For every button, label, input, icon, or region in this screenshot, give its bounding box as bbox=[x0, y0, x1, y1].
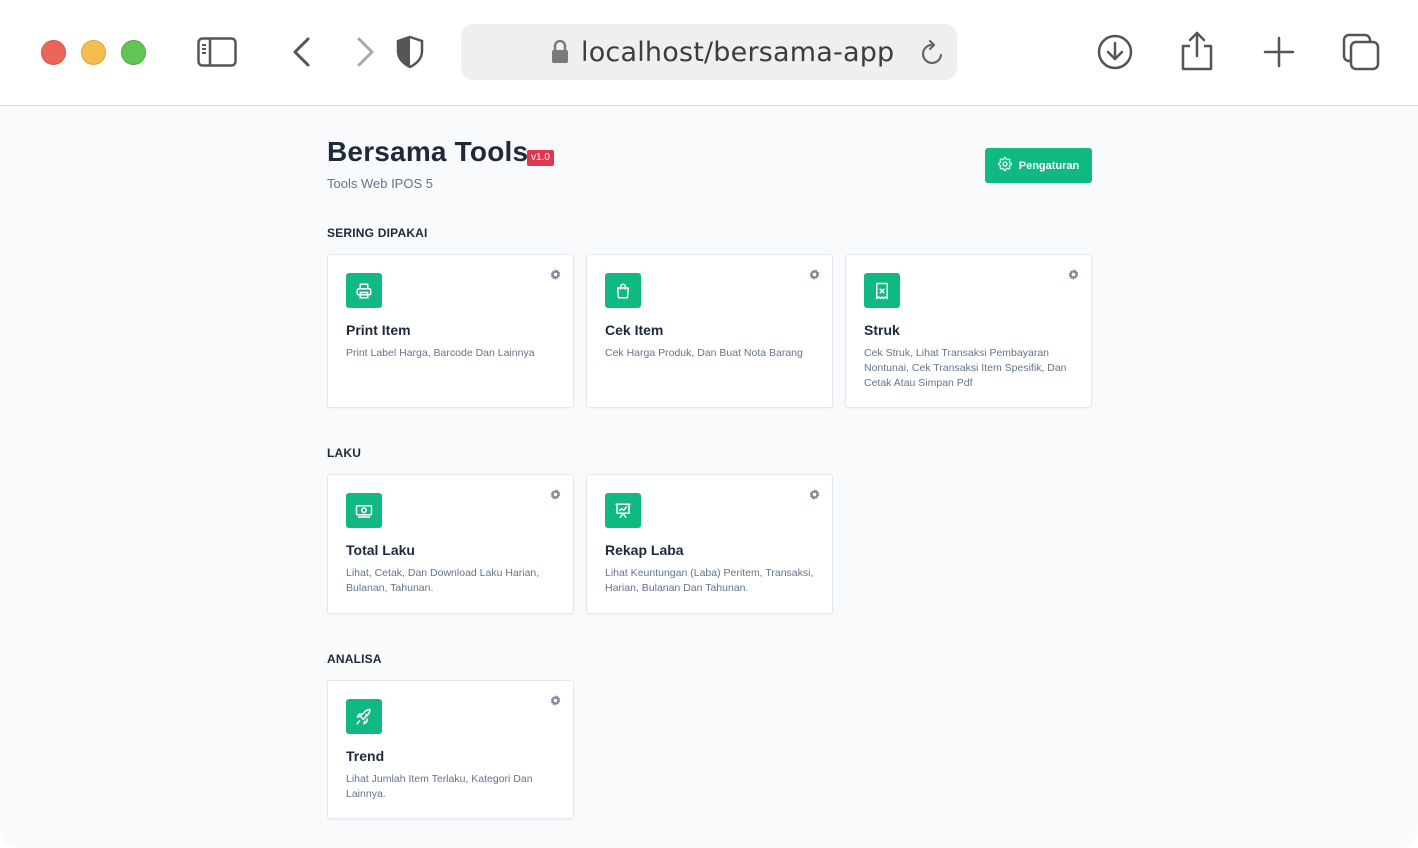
forward-icon[interactable] bbox=[355, 36, 377, 68]
download-icon[interactable] bbox=[1097, 34, 1133, 70]
back-icon[interactable] bbox=[290, 36, 312, 68]
gear-icon bbox=[997, 157, 1012, 174]
settings-button-label: Pengaturan bbox=[1018, 159, 1080, 172]
lock-icon bbox=[551, 39, 569, 70]
reload-icon[interactable] bbox=[920, 39, 946, 72]
rocket-icon bbox=[346, 699, 382, 734]
close-window-button[interactable] bbox=[41, 40, 66, 65]
privacy-shield-icon[interactable] bbox=[395, 35, 425, 69]
minimize-window-button[interactable] bbox=[81, 40, 106, 65]
share-icon[interactable] bbox=[1180, 30, 1214, 72]
card-gear-icon[interactable] bbox=[809, 267, 820, 285]
card-description: Lihat Jumlah Item Terlaku, Kategori Dan … bbox=[346, 773, 533, 800]
card-title: Print Item bbox=[346, 322, 411, 338]
card-total-laku[interactable]: Total Laku Lihat, Cetak, Dan Download La… bbox=[327, 474, 574, 614]
card-cek-item[interactable]: Cek Item Cek Harga Produk, Dan Buat Nota… bbox=[586, 254, 833, 408]
section-label-laku: LAKU bbox=[327, 446, 362, 460]
section-label-sering-dipakai: SERING DIPAKAI bbox=[327, 226, 428, 240]
card-trend[interactable]: Trend Lihat Jumlah Item Terlaku, Kategor… bbox=[327, 680, 574, 819]
url-text: localhost/bersama-app bbox=[581, 37, 895, 68]
browser-window: localhost/bersama-app Bersama Tools v1.0… bbox=[0, 0, 1418, 848]
card-gear-icon[interactable] bbox=[1068, 267, 1079, 285]
card-description: Cek Struk, Lihat Transaksi Pembayaran No… bbox=[864, 347, 1067, 389]
tab-overview-icon[interactable] bbox=[1342, 33, 1380, 71]
page-title: Bersama Tools bbox=[327, 136, 529, 167]
address-bar[interactable]: localhost/bersama-app bbox=[461, 24, 957, 80]
card-gear-icon[interactable] bbox=[550, 487, 561, 505]
card-gear-icon[interactable] bbox=[550, 267, 561, 285]
card-struk[interactable]: Struk Cek Struk, Lihat Transaksi Pembaya… bbox=[845, 254, 1092, 408]
card-print-item[interactable]: Print Item Print Label Harga, Barcode Da… bbox=[327, 254, 574, 408]
section-label-analisa: ANALISA bbox=[327, 652, 382, 666]
settings-button[interactable]: Pengaturan bbox=[985, 148, 1092, 183]
maximize-window-button[interactable] bbox=[121, 40, 146, 65]
card-rekap-laba[interactable]: Rekap Laba Lihat Keuntungan (Laba) Perit… bbox=[586, 474, 833, 614]
card-description: Cek Harga Produk, Dan Buat Nota Barang bbox=[605, 347, 803, 359]
presentation-chart-icon bbox=[605, 493, 641, 528]
card-gear-icon[interactable] bbox=[550, 693, 561, 711]
card-title: Trend bbox=[346, 748, 385, 764]
receipt-icon bbox=[864, 273, 900, 308]
page-header: Bersama Tools v1.0 Tools Web IPOS 5 Peng… bbox=[327, 106, 1092, 206]
cash-icon bbox=[346, 493, 382, 528]
printer-icon bbox=[346, 273, 382, 308]
page-subtitle: Tools Web IPOS 5 bbox=[327, 176, 433, 191]
new-tab-icon[interactable] bbox=[1263, 36, 1295, 68]
shopping-bag-icon bbox=[605, 273, 641, 308]
version-badge: v1.0 bbox=[527, 150, 554, 166]
card-title: Rekap Laba bbox=[605, 542, 684, 558]
browser-toolbar: localhost/bersama-app bbox=[0, 0, 1418, 106]
sidebar-toggle-icon[interactable] bbox=[197, 37, 237, 67]
card-description: Lihat Keuntungan (Laba) Peritem, Transak… bbox=[605, 567, 814, 594]
card-gear-icon[interactable] bbox=[809, 487, 820, 505]
card-title: Cek Item bbox=[605, 322, 664, 338]
card-description: Print Label Harga, Barcode Dan Lainnya bbox=[346, 347, 535, 359]
card-description: Lihat, Cetak, Dan Download Laku Harian, … bbox=[346, 567, 540, 594]
card-title: Struk bbox=[864, 322, 900, 338]
card-title: Total Laku bbox=[346, 542, 415, 558]
